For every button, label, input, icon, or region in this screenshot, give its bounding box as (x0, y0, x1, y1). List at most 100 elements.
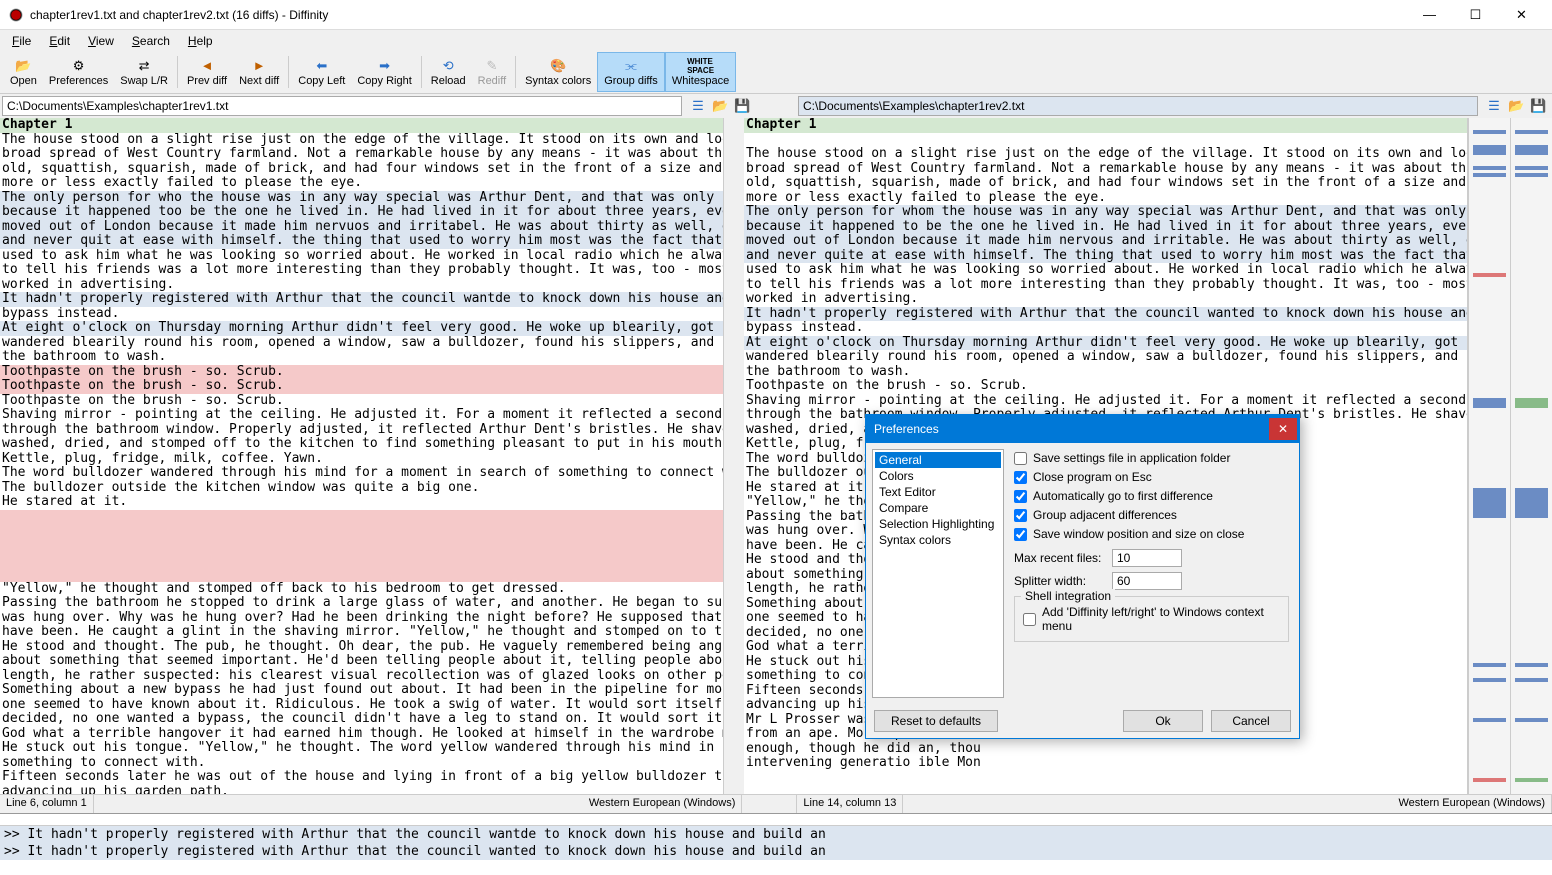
diff-line: He stared at it. (0, 495, 723, 510)
left-pane[interactable]: Chapter 1The house stood on a slight ris… (0, 118, 724, 794)
whitespace-button[interactable]: WHITESPACEWhitespace (665, 52, 736, 92)
diff-line: Toothpaste on the brush - so. Scrub. (0, 394, 723, 409)
diff-view: Chapter 1The house stood on a slight ris… (0, 118, 1552, 794)
chk-savewin[interactable] (1014, 528, 1027, 541)
nextdiff-button[interactable]: ►Next diff (233, 52, 285, 92)
minimap-right[interactable] (1510, 118, 1552, 794)
left-list-icon[interactable]: ☰ (690, 98, 706, 114)
diff-line: Chapter 1 (744, 118, 1467, 133)
cancel-button[interactable]: Cancel (1211, 710, 1291, 732)
menu-search[interactable]: Search (124, 32, 178, 50)
diff-line (744, 133, 1467, 148)
diff-line: The bulldozer outside the kitchen window… (0, 481, 723, 496)
copyright-button[interactable]: ➡Copy Right (351, 52, 417, 92)
prefs-nav-syntax[interactable]: Syntax colors (875, 532, 1001, 548)
diff-line: At eight o'clock on Thursday morning Art… (0, 321, 723, 336)
right-list-icon[interactable]: ☰ (1486, 98, 1502, 114)
menubar: File Edit View Search Help (0, 30, 1552, 51)
lbl-groupadj: Group adjacent differences (1033, 508, 1177, 522)
diff-line: Passing the bathroom he stopped to drink… (0, 596, 723, 611)
prefs-nav-general[interactable]: General (875, 452, 1001, 468)
statusbar: Line 6, column 1 Western European (Windo… (0, 794, 1552, 813)
dialog-titlebar[interactable]: Preferences ✕ (866, 415, 1299, 443)
window-title: chapter1rev1.txt and chapter1rev2.txt (1… (30, 8, 1407, 22)
copyleft-button[interactable]: ⬅Copy Left (292, 52, 351, 92)
prefs-nav: General Colors Text Editor Compare Selec… (872, 449, 1004, 698)
lbl-autogoto: Automatically go to first difference (1033, 489, 1213, 503)
diff-line: and never quit at ease with himself. the… (0, 234, 723, 249)
prefs-nav-selection[interactable]: Selection Highlighting (875, 516, 1001, 532)
right-cursor-pos: Line 14, column 13 (797, 795, 903, 813)
gear-icon: ⚙ (70, 58, 88, 74)
prefs-nav-compare[interactable]: Compare (875, 500, 1001, 516)
toolbar: 📂Open ⚙Preferences ⇄Swap L/R ◄Prev diff … (0, 51, 1552, 94)
diff-line: length, he rather suspected: his cleares… (0, 669, 723, 684)
diff-line: was hung over. Why was he hung over? Had… (0, 611, 723, 626)
chk-savesettings[interactable] (1014, 452, 1027, 465)
diff-line: to tell his friends was a lot more inter… (0, 263, 723, 278)
diff-line: The only person for who the house was in… (0, 191, 723, 206)
right-open-icon[interactable]: 📂 (1508, 98, 1524, 114)
menu-help[interactable]: Help (180, 32, 221, 50)
input-maxrecent[interactable] (1112, 549, 1182, 567)
diff-line: At eight o'clock on Thursday morning Art… (744, 336, 1467, 351)
chk-shell[interactable] (1023, 613, 1036, 626)
menu-file[interactable]: File (4, 32, 39, 50)
input-splitter[interactable] (1112, 572, 1182, 590)
syntax-button[interactable]: 🎨Syntax colors (519, 52, 597, 92)
diff-line: The only person for whom the house was i… (744, 205, 1467, 220)
group-shell: Shell integration Add 'Diffinity left/ri… (1014, 596, 1289, 642)
diff-line: The house stood on a slight rise just on… (0, 133, 723, 148)
left-path-input[interactable]: C:\Documents\Examples\chapter1rev1.txt (2, 96, 682, 116)
diff-line: and never quite at ease with himself. Th… (744, 249, 1467, 264)
dialog-close-button[interactable]: ✕ (1269, 418, 1297, 440)
groupdiffs-button[interactable]: ⫘Group diffs (597, 52, 665, 92)
diff-line: Toothpaste on the brush - so. Scrub. (0, 365, 723, 380)
reload-button[interactable]: ⟲Reload (425, 52, 472, 92)
open-button[interactable]: 📂Open (4, 52, 43, 92)
reset-button[interactable]: Reset to defaults (874, 710, 998, 732)
chk-closeesc[interactable] (1014, 471, 1027, 484)
diff-line: Toothpaste on the brush - so. Scrub. (744, 379, 1467, 394)
diff-line: broad spread of West Country farmland. N… (0, 147, 723, 162)
preferences-button[interactable]: ⚙Preferences (43, 52, 114, 92)
right-encoding: Western European (Windows) (1392, 795, 1552, 813)
diff-line: Shaving mirror - pointing at the ceiling… (0, 408, 723, 423)
menu-edit[interactable]: Edit (41, 32, 78, 50)
prefs-nav-colors[interactable]: Colors (875, 468, 1001, 484)
diff-line: old, squattish, squarish, made of brick,… (0, 162, 723, 177)
prevdiff-button[interactable]: ◄Prev diff (181, 52, 233, 92)
ok-button[interactable]: Ok (1123, 710, 1203, 732)
lbl-group-shell: Shell integration (1021, 589, 1115, 603)
close-button[interactable]: ✕ (1499, 1, 1544, 29)
diff-line: Fifteen seconds later he was out of the … (0, 770, 723, 785)
diff-line: bypass instead. (0, 307, 723, 322)
left-open-icon[interactable]: 📂 (712, 98, 728, 114)
whitespace-icon: WHITESPACE (692, 58, 710, 74)
chk-autogoto[interactable] (1014, 490, 1027, 503)
maximize-button[interactable]: ☐ (1453, 1, 1498, 29)
palette-icon: 🎨 (549, 58, 567, 74)
chk-groupadj[interactable] (1014, 509, 1027, 522)
swap-button[interactable]: ⇄Swap L/R (114, 52, 174, 92)
rediff-button[interactable]: ✎Rediff (472, 52, 513, 92)
right-path-input[interactable]: C:\Documents\Examples\chapter1rev2.txt (798, 96, 1478, 116)
diff-line: worked in advertising. (744, 292, 1467, 307)
menu-view[interactable]: View (80, 32, 122, 50)
prefs-nav-texteditor[interactable]: Text Editor (875, 484, 1001, 500)
diff-line: Chapter 1 (0, 118, 723, 133)
center-gutter (724, 118, 744, 794)
preferences-dialog: Preferences ✕ General Colors Text Editor… (865, 414, 1300, 739)
left-save-icon[interactable]: 💾 (734, 98, 750, 114)
minimize-button[interactable]: — (1407, 1, 1452, 29)
merge-panel[interactable]: >> It hadn't properly registered with Ar… (0, 813, 1552, 875)
left-encoding: Western European (Windows) (583, 795, 743, 813)
lbl-splitter: Splitter width: (1014, 574, 1106, 588)
prefs-content: Save settings file in application folder… (1010, 443, 1299, 704)
dialog-title: Preferences (874, 422, 939, 436)
diff-line: broad spread of West Country farmland. N… (744, 162, 1467, 177)
diff-line: about something that seemed important. H… (0, 654, 723, 669)
arrow-to-right-icon: ➡ (376, 58, 394, 74)
minimap-left[interactable] (1468, 118, 1510, 794)
right-save-icon[interactable]: 💾 (1530, 98, 1546, 114)
